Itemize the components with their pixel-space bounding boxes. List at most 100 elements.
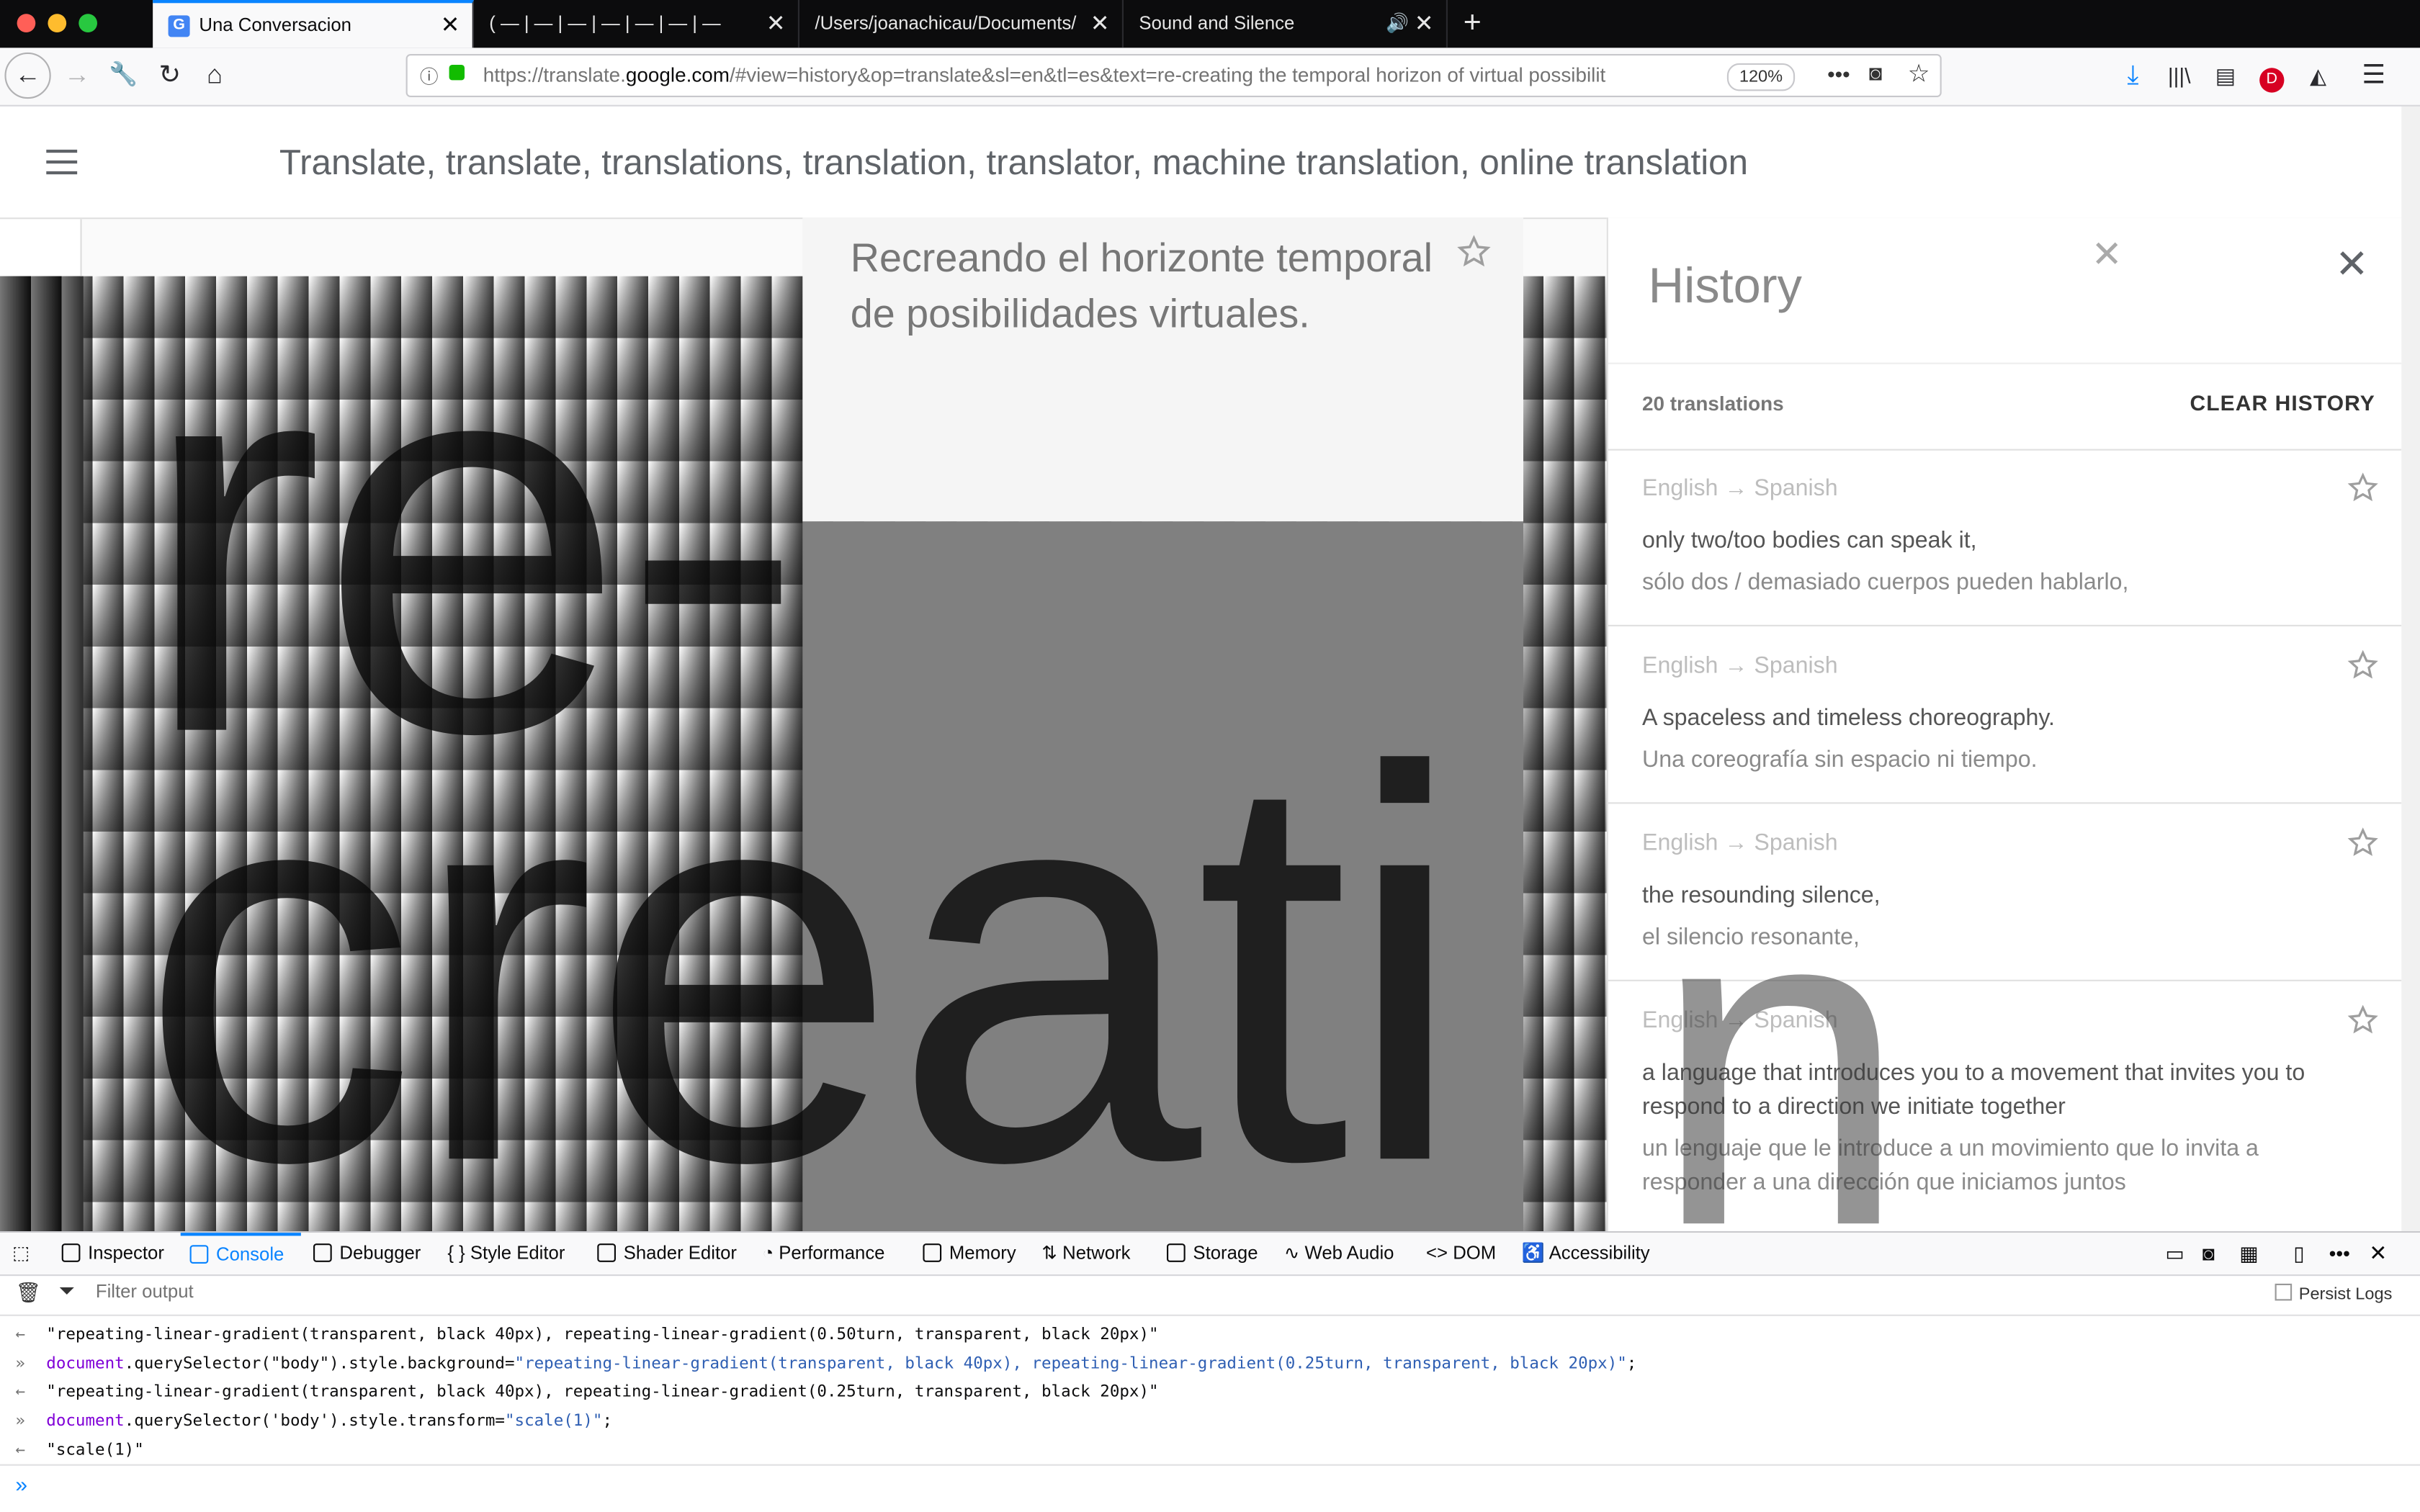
browser-window: G Una Conversacion ✕ ( — | — | — | — | — … <box>0 0 2420 1512</box>
save-translation-star-icon[interactable] <box>1457 235 1491 269</box>
console-output-line: ← "repeating-linear-gradient(transparent… <box>0 1378 2420 1406</box>
tab-dom[interactable]: <> DOM <box>1426 1233 1496 1274</box>
star-icon[interactable] <box>2347 649 2378 680</box>
star-icon[interactable] <box>2347 472 2378 503</box>
history-item[interactable]: English → Spanish A spaceless and timele… <box>1608 626 2402 804</box>
tab-console[interactable]: Console <box>180 1233 301 1274</box>
large-text-line-2: creati <box>138 657 1467 1231</box>
tab-inspector[interactable]: Inspector <box>61 1233 164 1274</box>
input-chevron-icon: » <box>15 1354 25 1374</box>
page-scrollbar[interactable] <box>2401 106 2420 1231</box>
history-toolbar: 20 translations CLEAR HISTORY <box>1608 362 2402 451</box>
hamburger-menu-icon[interactable] <box>46 149 78 175</box>
library-icon[interactable]: |||\ <box>2158 54 2201 97</box>
tab-close-icon[interactable]: ✕ <box>1090 0 1110 48</box>
close-history-button[interactable]: ✕ <box>2335 240 2369 288</box>
downloads-icon[interactable]: ⤓ <box>2111 54 2154 97</box>
console-icon <box>189 1245 209 1264</box>
waveform-icon: ∿ <box>1283 1242 1305 1264</box>
tab-network[interactable]: ⇅ Network <box>1041 1233 1130 1274</box>
google-translate-favicon-icon: G <box>168 15 190 37</box>
close-icon[interactable]: ✕ <box>2092 233 2123 278</box>
element-picker-icon[interactable]: ⬚ <box>12 1233 30 1274</box>
tab-web-audio[interactable]: ∿ Web Audio <box>1284 1233 1394 1274</box>
page-actions-icon[interactable]: ••• <box>1827 62 1850 86</box>
paint-flashing-icon[interactable]: ▦ <box>2239 1233 2258 1274</box>
menu-icon[interactable]: ☰ <box>2352 54 2396 97</box>
back-button[interactable]: ← <box>4 52 51 99</box>
tab-accessibility[interactable]: ♿ Accessibility <box>1522 1233 1650 1274</box>
tab-performance[interactable]: ◔ Performance <box>763 1233 885 1274</box>
extension-bird-icon[interactable]: ◭ <box>2297 54 2340 97</box>
console-output-line: ← "repeating-linear-gradient(transparent… <box>0 1320 2420 1349</box>
url-text[interactable]: https://translate.google.com/#view=histo… <box>483 55 1672 96</box>
speaker-icon[interactable]: 🔊 <box>1386 0 1409 48</box>
input-chevron-icon: » <box>15 1411 25 1431</box>
forward-button[interactable]: → <box>55 54 99 97</box>
tab-pattern[interactable]: ( — | — | — | — | — | — | — ) ✕ <box>474 0 799 48</box>
filter-output-input[interactable]: Filter output <box>96 1281 194 1302</box>
tab-local-file[interactable]: /Users/joanachicau/Documents/Pro ✕ <box>799 0 1124 48</box>
info-icon[interactable]: ⓘ <box>420 63 439 89</box>
clear-history-button[interactable]: CLEAR HISTORY <box>2190 390 2375 415</box>
network-arrows-icon: ⇅ <box>1041 1242 1063 1264</box>
accessibility-icon: ♿ <box>1521 1242 1549 1264</box>
memory-icon <box>923 1243 942 1262</box>
dock-side-icon[interactable]: ▯ <box>2293 1233 2304 1274</box>
gauge-icon: ◔ <box>762 1242 779 1264</box>
tab-memory[interactable]: Memory <box>923 1233 1016 1274</box>
console-prompt-divider <box>0 1464 2420 1466</box>
history-item[interactable]: English → Spanish only two/too bodies ca… <box>1608 449 2402 626</box>
reload-button[interactable]: ↻ <box>148 54 192 97</box>
tab-close-icon[interactable]: ✕ <box>1415 0 1434 48</box>
tab-style-editor[interactable]: { } Style Editor <box>447 1233 565 1274</box>
star-icon[interactable] <box>2347 1004 2378 1035</box>
panel-gap <box>1523 219 1607 276</box>
output-arrow-icon: ← <box>15 1325 25 1344</box>
sidebar-icon[interactable]: ▤ <box>2204 54 2247 97</box>
history-count: 20 translations <box>1642 392 1784 415</box>
zoom-level-button[interactable]: 120% <box>1726 63 1796 91</box>
history-item-language: English → Spanish <box>1642 475 1838 502</box>
tab-una-conversacion[interactable]: G Una Conversacion ✕ <box>153 0 474 48</box>
tab-close-icon[interactable]: ✕ <box>766 0 786 48</box>
lock-icon[interactable] <box>449 65 465 81</box>
screenshot-icon[interactable]: ◙ <box>2202 1233 2215 1274</box>
zoom-window-button[interactable] <box>79 14 97 32</box>
url-bar[interactable]: ⓘ https://translate.google.com/#view=his… <box>405 54 1942 97</box>
tab-close-icon[interactable]: ✕ <box>441 3 460 48</box>
history-item-target: sólo dos / demasiado cuerpos pueden habl… <box>1642 569 2129 596</box>
devtools-toolbar: ⬚ Inspector Console Debugger { } Style E… <box>0 1233 2420 1277</box>
trash-icon[interactable]: 🗑 <box>15 1281 40 1305</box>
output-arrow-icon: ← <box>15 1441 25 1460</box>
minimize-window-button[interactable] <box>48 14 67 32</box>
console-input-line: » document.querySelector("body").style.b… <box>0 1350 2420 1378</box>
translation-output-text: Recreando el horizonte temporal de posib… <box>850 234 1433 337</box>
extension-icon[interactable]: D <box>2250 54 2293 97</box>
new-tab-button[interactable]: + <box>1457 0 1488 48</box>
console-filter-bar: 🗑 ⏷ Filter output Persist Logs <box>0 1274 2420 1316</box>
persist-logs-checkbox[interactable]: Persist Logs <box>2275 1283 2392 1304</box>
close-window-button[interactable] <box>17 14 36 32</box>
tab-debugger[interactable]: Debugger <box>313 1233 421 1274</box>
braces-icon: { } <box>447 1242 470 1264</box>
more-options-icon[interactable]: ••• <box>2329 1233 2350 1274</box>
wrench-icon[interactable]: 🔧 <box>102 54 145 97</box>
console-input[interactable]: » <box>15 1472 27 1496</box>
home-button[interactable]: ⌂ <box>193 54 236 97</box>
close-devtools-icon[interactable]: ✕ <box>2369 1233 2387 1274</box>
console-output-line: ← "scale(1)" <box>0 1436 2420 1464</box>
history-item-target: Una coreografía sin espacio ni tiempo. <box>1642 747 2038 773</box>
tab-storage[interactable]: Storage <box>1167 1233 1258 1274</box>
responsive-design-icon[interactable]: ▭ <box>2165 1233 2184 1274</box>
bookmark-star-icon[interactable]: ☆ <box>1908 58 1930 89</box>
page-header: Translate, translate, translations, tran… <box>0 106 2402 220</box>
history-item-source: only two/too bodies can speak it, <box>1642 527 1977 554</box>
web-page: Translate, translate, translations, tran… <box>0 106 2402 1231</box>
star-icon[interactable] <box>2347 827 2378 858</box>
tab-sound-and-silence[interactable]: Sound and Silence 🔊 ✕ <box>1124 0 1448 48</box>
tab-shader-editor[interactable]: Shader Editor <box>597 1233 737 1274</box>
pocket-icon[interactable]: ◙ <box>1869 60 1882 85</box>
translation-output-panel: Recreando el horizonte temporal de posib… <box>802 217 1523 522</box>
history-item-language: English → Spanish <box>1642 652 1838 679</box>
